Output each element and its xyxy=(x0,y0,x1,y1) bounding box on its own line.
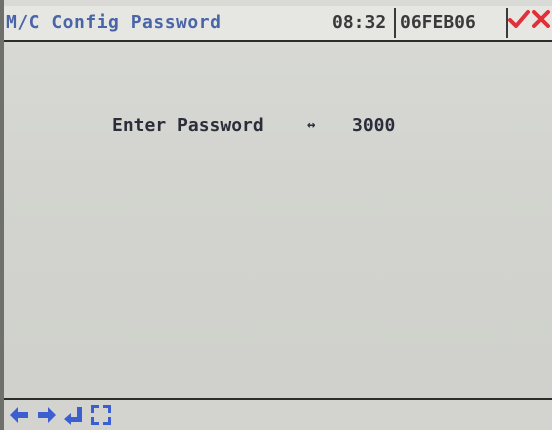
cancel-close-icon[interactable] xyxy=(530,8,552,30)
password-input[interactable]: 3000 xyxy=(352,115,395,136)
arrow-left-icon[interactable] xyxy=(8,404,30,426)
clock-date: 06FEB06 xyxy=(400,12,476,33)
enter-icon[interactable] xyxy=(62,404,84,426)
confirm-check-icon[interactable] xyxy=(508,8,530,30)
footer-bar xyxy=(4,400,552,430)
clock-time: 08:32 xyxy=(332,12,387,33)
device-screen: M/C Config Password 08:32 06FEB06 Enter … xyxy=(0,0,552,430)
page-title: M/C Config Password xyxy=(6,12,222,33)
header-bar: M/C Config Password 08:32 06FEB06 xyxy=(4,6,552,42)
full-screen-icon[interactable] xyxy=(90,404,112,426)
screen-bezel xyxy=(0,0,4,430)
header-divider xyxy=(394,8,396,38)
password-prompt-label: Enter Password xyxy=(112,115,264,136)
prompt-arrow-icon: ↔ xyxy=(307,117,316,133)
arrow-right-icon[interactable] xyxy=(36,404,58,426)
